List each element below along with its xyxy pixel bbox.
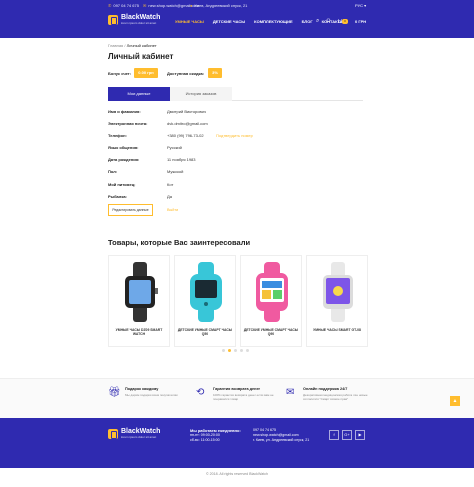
product-card[interactable]: УМНЫЕ ЧАСЫ SMART GT-08 [306,255,368,347]
confirm-phone-link[interactable]: Подтвердить номер [216,133,253,138]
cart-count-badge: 0 [342,19,348,24]
logo-name: BlackWatch [121,14,161,21]
tab-order-history[interactable]: История заказов [170,87,232,101]
profile-row: Телефон: +380 (99) 796-73-02 Подтвердить н… [108,133,253,139]
profile-details: Имя и фамилия: Дмитрий Викторович Электро… [108,109,368,199]
carousel-dot-active[interactable] [228,349,231,352]
breadcrumb-current: Личный кабинет [126,43,157,48]
mail-icon: ✉ [143,3,147,8]
profile-row: Рыбалка: Да [108,193,172,199]
carousel-pagination [222,349,249,352]
breadcrumb: Главная / Личный кабинет [108,43,157,48]
user-icon[interactable]: ☺ [325,18,331,25]
arrow-up-icon: ▲ [452,398,458,404]
product-card[interactable]: УМНЫЕ ЧАСЫ DZ09 SMART WATCH [108,255,170,347]
logo[interactable]: BlackWatch lorem ipsum dolor sit amet [108,14,160,25]
footer-address: г. Киев, ул. Андреевский спуск, 21 [253,438,310,442]
logout-link[interactable]: Выйти [167,208,178,212]
profile-row: Язык общения: Русский [108,145,182,151]
footer-contacts: 097 04 74 675 new.shop.watch@gmail.com г… [253,428,309,443]
page-title: Личный кабинет [108,52,174,61]
bonus-label: Бонус счет: [108,71,132,76]
social-links: f G+ ▶ [329,430,365,440]
watch-logo-icon [108,428,118,439]
product-image [256,262,288,322]
nav-smart-watches[interactable]: Умные часы [175,19,204,24]
carousel-dot[interactable] [222,349,225,352]
profile-row: Мой питомец: Кот [108,181,174,187]
watch-logo-icon [108,14,118,25]
carousel-dot[interactable] [246,349,249,352]
footer-hours: Мы работаем ежедневно: пн-пт: 09:00-20:0… [190,428,241,442]
product-name: УМНЫЕ ЧАСЫ SMART GT-08 [313,328,361,332]
carousel-dot[interactable] [240,349,243,352]
header-phone[interactable]: ✆ 097 04 74 675 [108,3,139,8]
scroll-top-button[interactable]: ▲ [450,396,460,406]
location-icon: ● [190,3,193,8]
profile-row: Пол: Мужской [108,169,184,175]
product-card[interactable]: ДЕТСКИЕ УМНЫЕ СМАРТ ЧАСЫ Q50 [174,255,236,347]
account-tabs: Мои данные История заказов [108,87,363,101]
google-plus-icon[interactable]: G+ [342,430,352,440]
product-carousel: УМНЫЕ ЧАСЫ DZ09 SMART WATCH ДЕТСКИЕ УМНЫ… [108,255,368,347]
bonus-value: 0.00 грн [134,68,158,78]
product-name: ДЕТСКИЕ УМНЫЕ СМАРТ ЧАСЫ Q50 [177,328,233,337]
discount-value: 3% [208,68,222,78]
edit-profile-button[interactable]: Редактировать данные [108,204,153,216]
product-image [125,262,158,322]
nav-blog[interactable]: Блог [302,19,313,24]
page: ✆ 097 04 74 675 ✉ new.shop.watch@gmail.c… [0,0,474,487]
product-name: УМНЫЕ ЧАСЫ DZ09 SMART WATCH [115,328,163,337]
breadcrumb-home[interactable]: Главная [108,43,123,48]
recommended-title: Товары, которые Вас заинтересовали [108,238,251,247]
carousel-dot[interactable] [234,349,237,352]
chat-support-icon: ✉ [286,387,295,398]
search-icon[interactable]: ⌕ [316,18,319,25]
nav-accessories[interactable]: Комплектующие [254,19,292,24]
logo-tagline: lorem ipsum dolor sit amet [121,21,157,25]
profile-row: Имя и фамилия: Дмитрий Викторович [108,109,206,114]
header-icons: ⌕ ☺ ⊔ [316,18,342,25]
discount-label: Доступная скидка: [167,71,205,76]
facebook-icon[interactable]: f [329,430,339,440]
cart-sum[interactable]: 0 ГРН [355,19,366,24]
nav-kids-watches[interactable]: Детские часы [213,19,245,24]
product-image [323,262,353,322]
site-footer: BlackWatch lorem ipsum dolor sit amet Мы… [0,418,474,468]
phone-icon: ✆ [108,3,112,8]
profile-row: Дата рождения: 11 ноября 1983 [108,157,196,163]
header-address: ● Киев, Андреевский спуск, 21 [190,3,248,8]
site-header: ✆ 097 04 74 675 ✉ new.shop.watch@gmail.c… [0,0,474,38]
profile-row: Электронная почта: dvk.dmitro@gmail.com [108,121,208,127]
copyright: © 2018. All rights reserved BlackWatch [205,472,269,476]
tab-my-data[interactable]: Мои данные [108,87,170,101]
product-name: ДЕТСКИЕ УМНЫЕ СМАРТ ЧАСЫ Q90 [243,328,299,337]
youtube-icon[interactable]: ▶ [355,430,365,440]
footer-logo[interactable]: BlackWatch lorem ipsum dolor sit amet [108,428,160,439]
gift-icon: 🎁︎ [108,387,121,398]
money-back-icon: ⟲ [196,387,205,398]
features-strip: 🎁︎ Подарок каждому Мы дарим подарки всем… [0,378,474,418]
product-card[interactable]: ДЕТСКИЕ УМНЫЕ СМАРТ ЧАСЫ Q90 [240,255,302,347]
language-select[interactable]: РУС ▾ [355,3,366,8]
product-image [190,262,222,322]
